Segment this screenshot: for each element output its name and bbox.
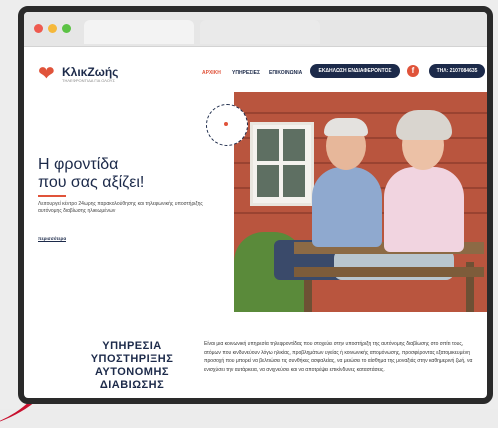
service-title-line: ΥΠΟΣΤΗΡΙΞΗΣ bbox=[90, 353, 174, 365]
logo-tagline: ΤΗΛΕΦΡΟΝΤΙΔΑ ΓΙΑ ΟΛΟΥΣ bbox=[62, 78, 115, 83]
hero-photo bbox=[234, 92, 487, 312]
logo-name: ΚλικΖωής bbox=[62, 65, 119, 79]
hero-title: Η φροντίδα που σας αξίζει! bbox=[38, 156, 218, 192]
site-header: ❤ ΚλικΖωής ΤΗΛΕΦΡΟΝΤΙΔΑ ΓΙΑ ΟΛΟΥΣ ΑΡΧΙΚΗ… bbox=[24, 48, 487, 98]
browser-tab[interactable] bbox=[200, 20, 320, 44]
nav-item-services[interactable]: ΥΠΗΡΕΣΙΕΣ bbox=[232, 70, 260, 76]
service-title-line: ΥΠΗΡΕΣΙΑ bbox=[102, 340, 162, 352]
close-window-button[interactable] bbox=[34, 24, 43, 33]
maximize-window-button[interactable] bbox=[62, 24, 71, 33]
service-title-line: ΔΙΑΒΙΩΣΗΣ bbox=[99, 379, 165, 391]
facebook-icon[interactable]: f bbox=[407, 65, 419, 77]
service-description: Είναι μια κοινωνική υπηρεσία τηλεφροντίδ… bbox=[204, 341, 473, 373]
service-title-line: ΑΥΤΟΝΟΜΗΣ bbox=[94, 366, 170, 378]
service-title: ΥΠΗΡΕΣΙΑ ΥΠΟΣΤΗΡΙΞΗΣ ΑΥΤΟΝΟΜΗΣ ΔΙΑΒΙΩΣΗΣ bbox=[72, 340, 192, 392]
hero-title-line: που σας αξίζει! bbox=[38, 174, 145, 191]
nav-item-contact[interactable]: ΕΠΙΚΟΙΝΩΝΙΑ bbox=[269, 70, 302, 76]
laptop-screen: ❤ ΚλικΖωής ΤΗΛΕΦΡΟΝΤΙΔΑ ΓΙΑ ΟΛΟΥΣ ΑΡΧΙΚΗ… bbox=[18, 6, 493, 404]
minimize-window-button[interactable] bbox=[48, 24, 57, 33]
read-more-link[interactable]: περισσότερα bbox=[38, 236, 67, 242]
heart-logo-icon: ❤ bbox=[38, 63, 55, 85]
phone-button[interactable]: ΤΗΛ: 2107084635 bbox=[429, 64, 485, 78]
hero-divider bbox=[38, 195, 66, 197]
hero-title-line: Η φροντίδα bbox=[38, 156, 119, 173]
hero-description: Λειτουργεί κέντρο 24ωρης παρακολούθησης … bbox=[38, 201, 203, 214]
badge-dot-icon bbox=[224, 122, 228, 126]
browser-tab[interactable] bbox=[84, 20, 194, 44]
interest-button[interactable]: ΕΚΔΗΛΩΣΗ ΕΝΔΙΑΦΕΡΟΝΤΟΣ bbox=[310, 64, 400, 78]
browser-chrome bbox=[24, 12, 487, 47]
nav-item-home[interactable]: ΑΡΧΙΚΗ bbox=[202, 70, 221, 76]
